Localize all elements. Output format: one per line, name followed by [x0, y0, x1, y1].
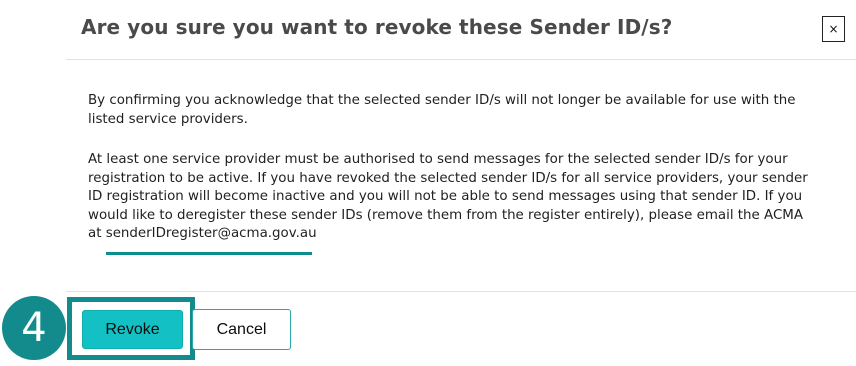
revoke-dialog: Are you sure you want to revoke these Se… — [0, 0, 856, 366]
revoke-button[interactable]: Revoke — [82, 310, 183, 349]
service-provider-paragraph: At least one service provider must be au… — [88, 151, 808, 244]
acknowledge-paragraph: By confirming you acknowledge that the s… — [88, 93, 796, 127]
header-divider — [66, 59, 856, 60]
email-link[interactable]: senderIDregister@acma.gov.au — [106, 226, 317, 241]
email-highlight-underline — [106, 252, 312, 255]
cancel-button[interactable]: Cancel — [192, 309, 291, 350]
close-button[interactable]: × — [822, 16, 845, 42]
dialog-title: Are you sure you want to revoke these Se… — [81, 15, 673, 39]
step-number-badge: 4 — [2, 296, 66, 360]
footer-divider — [66, 291, 856, 292]
